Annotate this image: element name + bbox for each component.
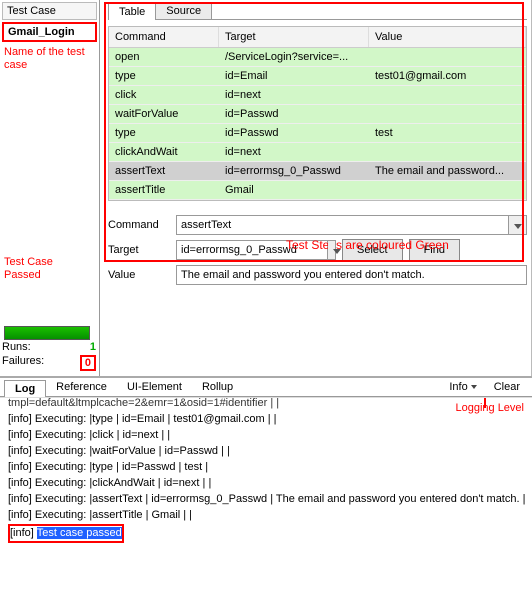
log-line: [info] Executing: |assertText | id=error…	[8, 492, 524, 508]
log-line: tmpl=default&ltmplcache=2&emr=1&osid=1#i…	[8, 397, 524, 412]
cell-target: id=Email	[219, 67, 369, 85]
annot-logging-level: Logging Level	[455, 402, 524, 415]
col-target: Target	[219, 27, 369, 47]
col-value: Value	[369, 27, 526, 47]
clear-button[interactable]: Clear	[486, 379, 528, 395]
tab-source[interactable]: Source	[155, 2, 212, 19]
cell-value: test01@gmail.com	[369, 67, 526, 85]
cell-target: /ServiceLogin?service=...	[219, 48, 369, 66]
cell-command: waitForValue	[109, 105, 219, 123]
cell-value	[369, 105, 526, 123]
value-label: Value	[108, 269, 176, 281]
cell-command: open	[109, 48, 219, 66]
cell-target: id=errormsg_0_Passwd	[219, 162, 369, 180]
table-row[interactable]: clickAndWaitid=next	[109, 143, 526, 162]
tab-rollup[interactable]: Rollup	[192, 379, 243, 395]
log-line: [info] Executing: |clickAndWait | id=nex…	[8, 476, 524, 492]
cell-target: id=Passwd	[219, 124, 369, 142]
table-row[interactable]: typeid=Passwdtest	[109, 124, 526, 143]
target-label: Target	[108, 244, 176, 256]
target-dropdown-arrow[interactable]	[328, 240, 336, 260]
cell-command: click	[109, 86, 219, 104]
table-row[interactable]: assertTitleGmail	[109, 181, 526, 200]
cell-value	[369, 181, 526, 199]
cell-target: id=next	[219, 143, 369, 161]
runs-value: 1	[90, 341, 96, 353]
failures-value: 0	[80, 355, 96, 371]
log-line: [info] Executing: |type | id=Email | tes…	[8, 412, 524, 428]
cell-target: Gmail	[219, 181, 369, 199]
test-case-name[interactable]: Gmail_Login	[2, 22, 97, 42]
annot-steps-green: Test Steps are coloured Green	[286, 238, 449, 252]
table-row[interactable]: open/ServiceLogin?service=...	[109, 48, 526, 67]
cell-command: type	[109, 124, 219, 142]
col-command: Command	[109, 27, 219, 47]
command-dropdown-arrow[interactable]	[509, 215, 527, 235]
command-input[interactable]	[176, 215, 509, 235]
command-label: Command	[108, 219, 176, 231]
tab-uielement[interactable]: UI-Element	[117, 379, 192, 395]
log-line: [info] Executing: |type | id=Passwd | te…	[8, 460, 524, 476]
annot-tc-name: Name of the test case	[4, 46, 92, 72]
cell-command: type	[109, 67, 219, 85]
runs-label: Runs:	[2, 341, 31, 353]
cell-value: test	[369, 124, 526, 142]
cell-command: clickAndWait	[109, 143, 219, 161]
tab-table[interactable]: Table	[108, 3, 156, 20]
value-input[interactable]	[176, 265, 527, 285]
log-line: [info] Executing: |assertTitle | Gmail |…	[8, 508, 524, 524]
cell-command: assertTitle	[109, 181, 219, 199]
cell-target: id=Passwd	[219, 105, 369, 123]
table-row[interactable]: typeid=Emailtest01@gmail.com	[109, 67, 526, 86]
annot-tc-passed: Test Case Passed	[4, 256, 76, 282]
cell-value: The email and password...	[369, 162, 526, 180]
cell-value	[369, 48, 526, 66]
table-row[interactable]: waitForValueid=Passwd	[109, 105, 526, 124]
tab-log[interactable]: Log	[4, 380, 46, 397]
steps-grid[interactable]: Command Target Value open/ServiceLogin?s…	[108, 26, 527, 201]
table-row[interactable]: assertTextid=errormsg_0_PasswdThe email …	[109, 162, 526, 181]
info-button[interactable]: Info	[440, 378, 485, 396]
table-row[interactable]: clickid=next	[109, 86, 526, 105]
progress-bar	[4, 326, 90, 340]
tab-reference[interactable]: Reference	[46, 379, 117, 395]
log-line: [info] Executing: |waitForValue | id=Pas…	[8, 444, 524, 460]
cell-value	[369, 143, 526, 161]
failures-label: Failures:	[2, 355, 44, 371]
log-line: [info] Executing: |click | id=next | |	[8, 428, 524, 444]
log-body[interactable]: tmpl=default&ltmplcache=2&emr=1&osid=1#i…	[0, 397, 532, 598]
cell-command: assertText	[109, 162, 219, 180]
log-pass-line: [info] Test case passed	[8, 524, 124, 544]
cell-value	[369, 86, 526, 104]
cell-target: id=next	[219, 86, 369, 104]
test-case-header: Test Case	[2, 2, 97, 20]
